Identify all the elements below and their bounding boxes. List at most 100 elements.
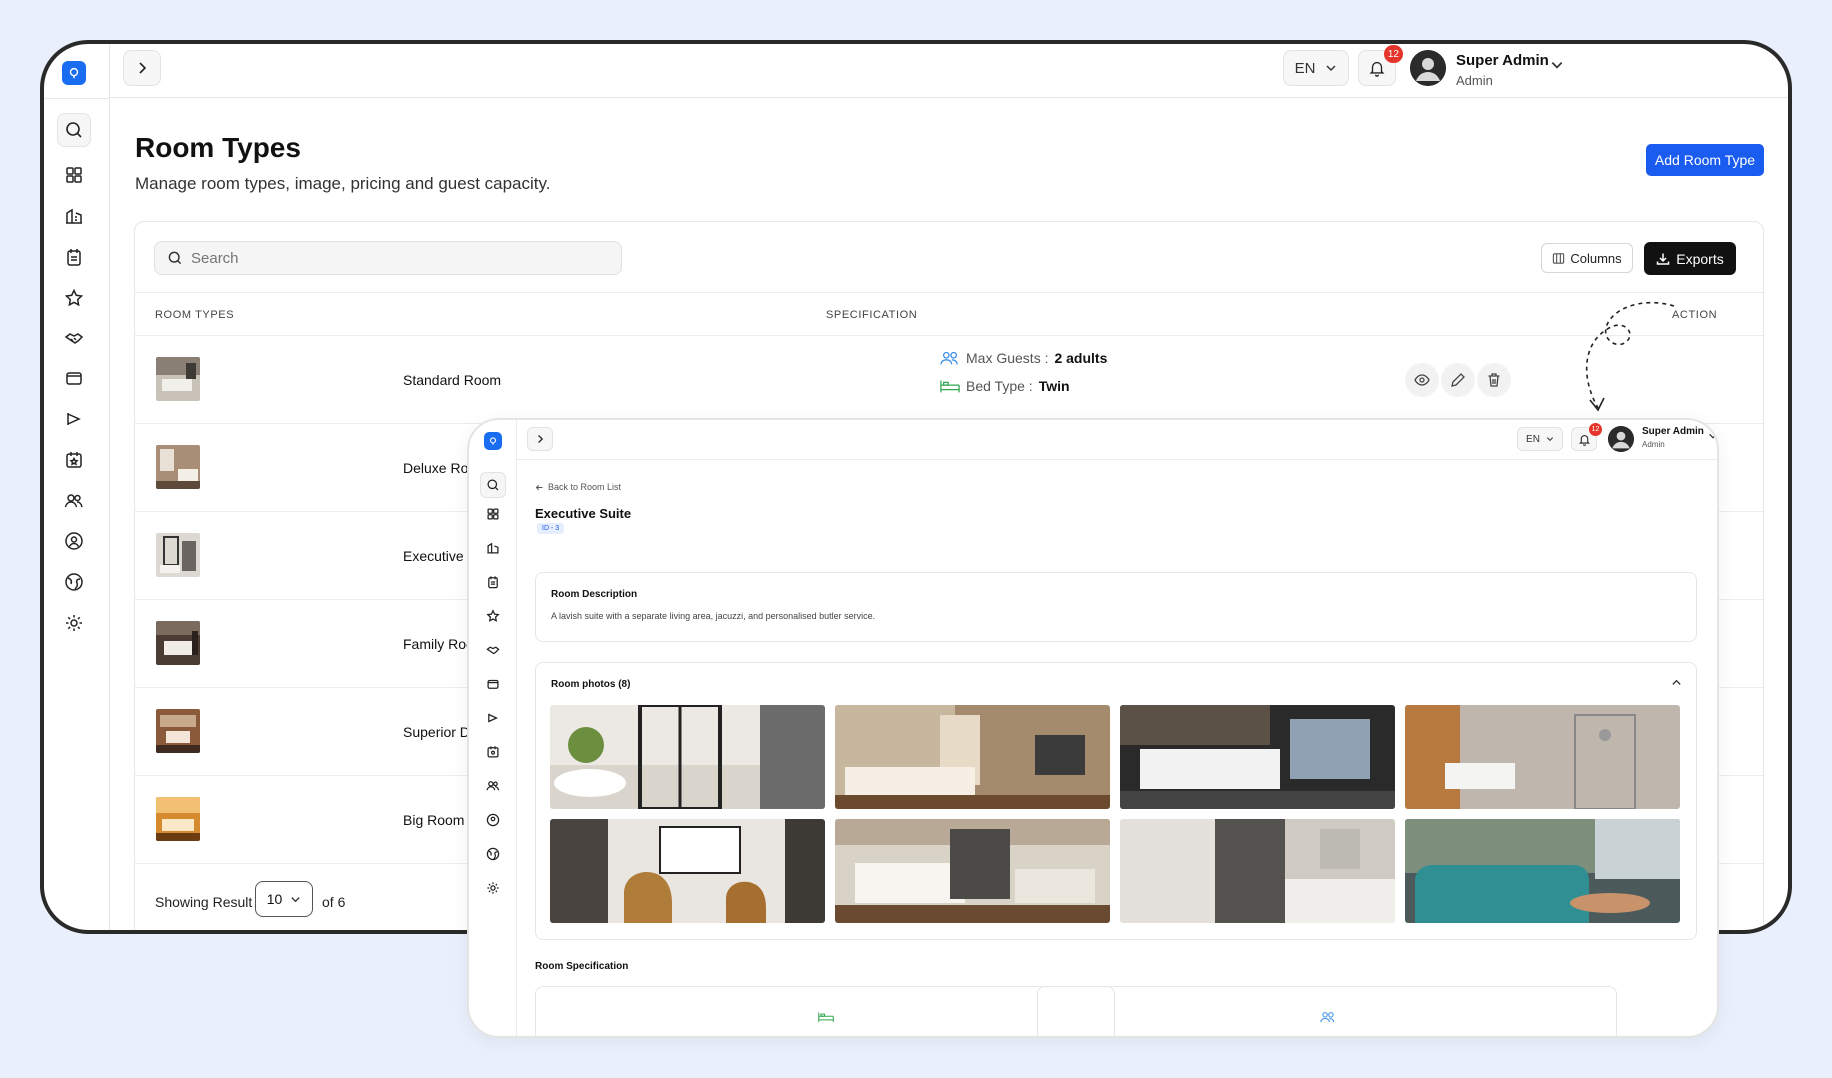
sidebar-item-guests[interactable] — [62, 489, 86, 513]
columns-label: Columns — [1570, 250, 1622, 266]
avatar[interactable] — [1608, 426, 1634, 452]
chevron-down-icon[interactable] — [1550, 58, 1564, 72]
chevron-up-icon[interactable] — [1671, 677, 1682, 688]
room-photo[interactable] — [1120, 705, 1395, 809]
edit-button[interactable] — [1441, 363, 1475, 397]
chevron-right-icon — [538, 434, 544, 444]
notification-badge: 12 — [1383, 45, 1403, 63]
users-icon — [940, 351, 958, 365]
room-photo[interactable] — [550, 705, 825, 809]
exports-label: Exports — [1676, 250, 1724, 267]
bed-type-value: Twin — [1038, 378, 1070, 394]
sidebar-item-locations[interactable] — [62, 570, 86, 594]
page-size-value: 10 — [266, 891, 283, 907]
user-circle-icon — [486, 813, 500, 827]
sidebar-search-button[interactable] — [480, 472, 506, 498]
sidebar-item-guests[interactable] — [484, 777, 502, 795]
room-detail-title: Executive Suite — [535, 506, 632, 521]
sidebar-item-reviews[interactable] — [62, 286, 86, 310]
sidebar-item-dashboard[interactable] — [484, 505, 502, 523]
delete-button[interactable] — [1477, 363, 1511, 397]
sidebar-item-payments[interactable] — [484, 675, 502, 693]
sidebar-item-events[interactable] — [484, 743, 502, 761]
sidebar-item-profile[interactable] — [484, 811, 502, 829]
calendar-star-icon — [66, 452, 82, 468]
user-avatar-icon — [1410, 50, 1446, 86]
detail-sidebar — [469, 420, 517, 1036]
exports-button[interactable]: Exports — [1644, 242, 1736, 275]
chevron-down-icon — [1546, 437, 1553, 442]
bed-icon — [818, 1012, 834, 1023]
notifications-button[interactable]: 12 — [1571, 423, 1602, 451]
arrow-left-icon — [535, 484, 543, 490]
sidebar-item-reviews[interactable] — [484, 607, 502, 625]
room-thumbnail — [156, 533, 200, 577]
language-select[interactable]: EN — [1517, 427, 1563, 451]
add-room-type-button[interactable]: Add Room Type — [1646, 144, 1764, 176]
handshake-icon — [64, 333, 84, 344]
language-select[interactable]: EN — [1283, 50, 1349, 86]
sidebar-item-dashboard[interactable] — [62, 163, 86, 187]
table-row[interactable]: Standard Room Max Guests : 2 adults Bed … — [135, 336, 1763, 424]
sidebar-item-partners[interactable] — [62, 326, 86, 350]
user-name: Super Admin — [1456, 52, 1549, 69]
search-icon — [168, 251, 182, 265]
wallet-icon — [66, 372, 82, 385]
sidebar-item-profile[interactable] — [62, 529, 86, 553]
sidebar-item-locations[interactable] — [484, 845, 502, 863]
page-title: Room Types — [135, 132, 301, 163]
app-logo[interactable] — [484, 432, 502, 450]
sidebar-divider — [44, 98, 110, 99]
room-photo[interactable] — [1405, 819, 1680, 923]
column-header-specification[interactable]: SPECIFICATION — [826, 309, 917, 321]
page-size-select[interactable]: 10 — [255, 881, 313, 917]
sidebar-item-bookings[interactable] — [484, 573, 502, 591]
sidebar-search-button[interactable] — [57, 113, 91, 147]
sidebar-toggle-button[interactable] — [527, 427, 553, 451]
room-photos-heading: Room photos (8) — [551, 679, 631, 690]
language-label: EN — [1294, 59, 1316, 77]
sidebar-item-marketing[interactable] — [484, 709, 502, 727]
room-id-badge: ID - 3 — [537, 523, 565, 534]
room-photos-card: Room photos (8) — [535, 662, 1697, 940]
room-description-card: Room Description A lavish suite with a s… — [535, 572, 1697, 642]
chevron-down-icon[interactable] — [1708, 431, 1718, 441]
room-photo[interactable] — [835, 705, 1110, 809]
room-photo[interactable] — [1120, 819, 1395, 923]
room-name: Standard Room — [403, 372, 502, 388]
trash-icon — [1488, 373, 1500, 387]
column-header-room-types[interactable]: ROOM TYPES — [155, 309, 234, 321]
search-input[interactable] — [191, 249, 591, 267]
sidebar-toggle-button[interactable] — [123, 50, 161, 86]
columns-button[interactable]: Columns — [1541, 243, 1633, 273]
columns-icon — [1553, 252, 1565, 264]
user-role: Admin — [1642, 440, 1665, 449]
sidebar-item-partners[interactable] — [484, 641, 502, 659]
detail-top-bar: EN 12 Super Admin Admin — [517, 420, 1717, 460]
notifications-button[interactable]: 12 — [1358, 45, 1403, 86]
sidebar-item-bookings[interactable] — [62, 245, 86, 269]
table-header: ROOM TYPES SPECIFICATION ACTION — [135, 292, 1763, 336]
sidebar-item-properties[interactable] — [62, 204, 86, 228]
avatar[interactable] — [1410, 50, 1446, 86]
language-label: EN — [1526, 433, 1540, 445]
sidebar-item-events[interactable] — [62, 448, 86, 472]
room-thumbnail — [156, 621, 200, 665]
sidebar-item-marketing[interactable] — [62, 407, 86, 431]
view-button[interactable] — [1405, 363, 1439, 397]
app-logo[interactable] — [62, 61, 86, 85]
room-photo[interactable] — [550, 819, 825, 923]
search-box — [154, 241, 622, 275]
sidebar-item-payments[interactable] — [62, 366, 86, 390]
room-thumbnail — [156, 709, 200, 753]
download-icon — [1657, 253, 1670, 265]
building-icon — [487, 542, 499, 554]
sidebar-item-settings[interactable] — [484, 879, 502, 897]
sidebar-item-settings[interactable] — [62, 611, 86, 635]
back-to-room-list-link[interactable]: Back to Room List — [535, 482, 621, 492]
room-photo[interactable] — [1405, 705, 1680, 809]
room-photo[interactable] — [835, 819, 1110, 923]
sidebar-item-properties[interactable] — [484, 539, 502, 557]
users-icon — [64, 494, 83, 508]
user-name: Super Admin — [1642, 426, 1704, 437]
